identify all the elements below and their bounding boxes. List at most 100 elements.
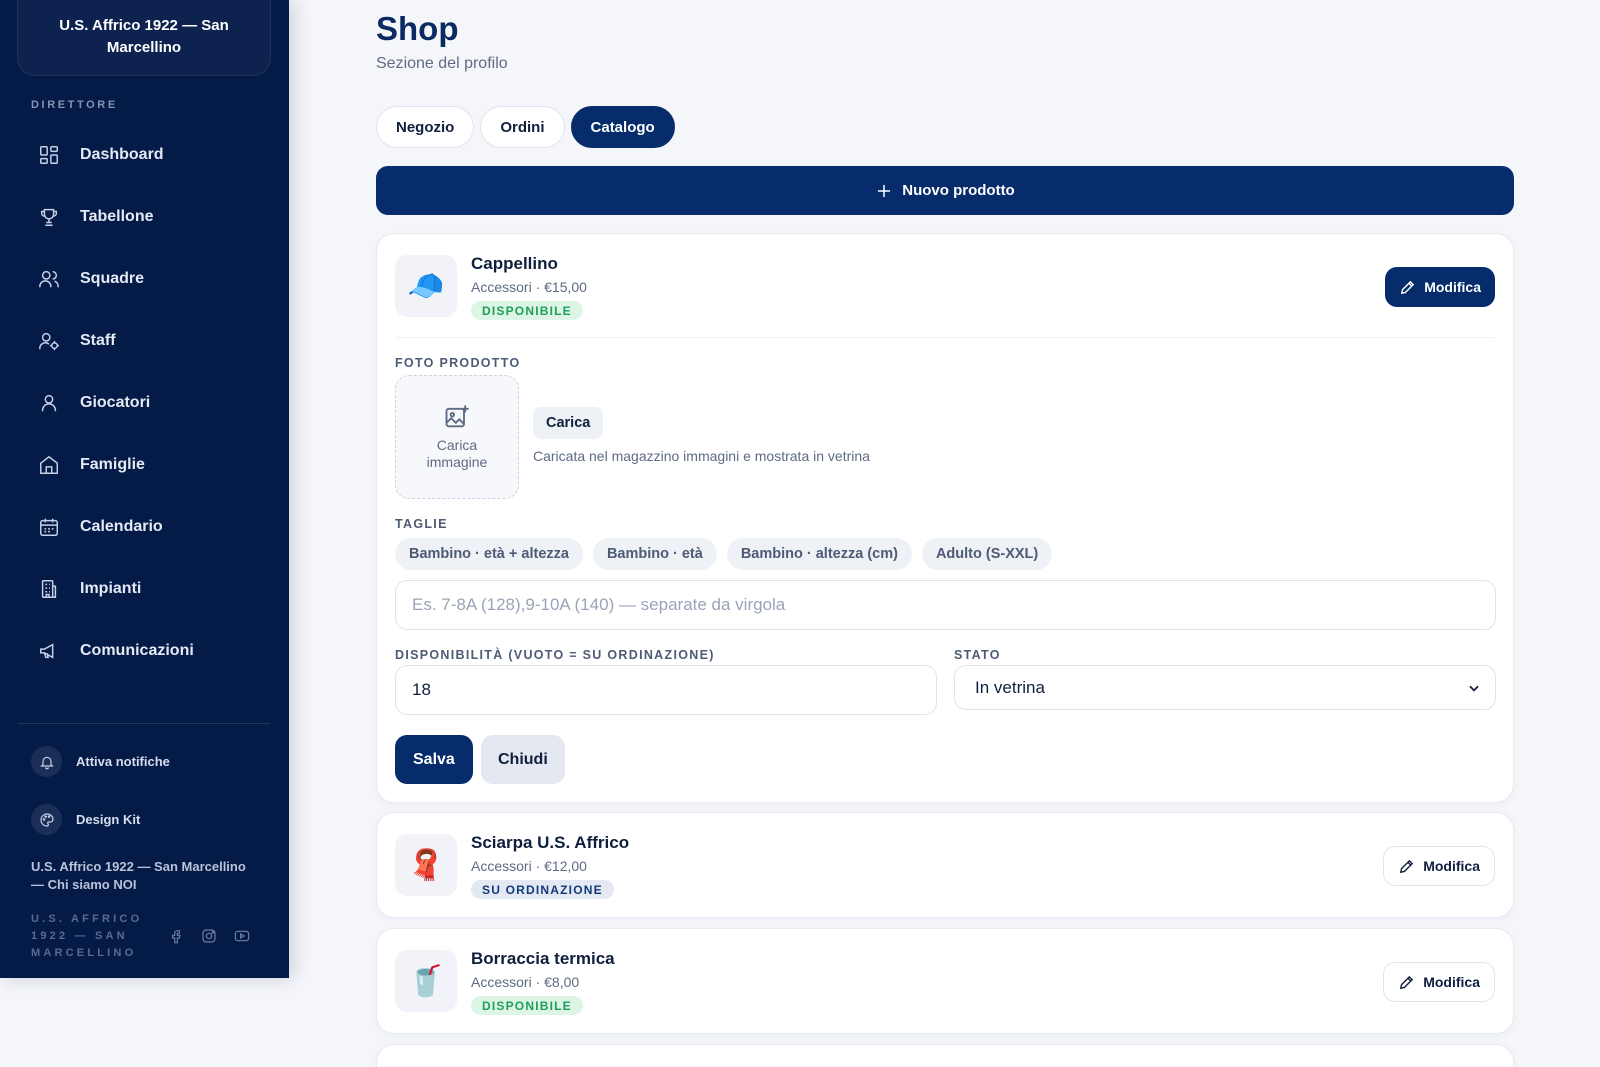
user-icon — [38, 392, 60, 414]
sidebar-item-label: Comunicazioni — [80, 642, 194, 659]
club-card: U.S. Affrico 1922 — San Marcellino — [17, 0, 271, 76]
sidebar-item-calendario[interactable]: Calendario — [0, 496, 289, 558]
upload-box-label: Carica immagine — [426, 437, 488, 470]
design-kit-link[interactable]: Design Kit — [31, 804, 140, 835]
sidebar-item-squadre[interactable]: Squadre — [0, 248, 289, 310]
edit-button[interactable]: Modifica — [1385, 267, 1495, 307]
pencil-icon — [1399, 279, 1416, 296]
sidebar-item-label: Calendario — [80, 518, 163, 535]
sidebar-item-label: Dashboard — [80, 146, 164, 163]
youtube-icon[interactable] — [234, 928, 250, 944]
save-button[interactable]: Salva — [395, 735, 473, 784]
close-button[interactable]: Chiudi — [481, 735, 565, 784]
pencil-icon — [1398, 858, 1415, 875]
sidebar-item-tabellone[interactable]: Tabellone — [0, 186, 289, 248]
users-icon — [38, 268, 60, 290]
bell-icon — [31, 746, 62, 777]
sidebar-item-label: Squadre — [80, 270, 145, 287]
sidebar-item-label: Famiglie — [80, 456, 145, 473]
edit-label: Modifica — [1423, 974, 1480, 990]
sizes-input[interactable] — [395, 580, 1496, 630]
home-icon — [38, 454, 60, 476]
sidebar-item-label: Tabellone — [80, 208, 154, 225]
sidebar-item-giocatori[interactable]: Giocatori — [0, 372, 289, 434]
sidebar-footer-link[interactable]: U.S. Affrico 1922 — San Marcellino — Chi… — [31, 858, 261, 894]
sidebar-footer-caption: U.S. AFFRICO 1922 — SAN MARCELLINO — [31, 913, 143, 959]
notifications-label: Attiva notifiche — [76, 754, 170, 769]
building-icon — [38, 578, 60, 600]
trophy-icon — [38, 206, 60, 228]
tab-ordini[interactable]: Ordini — [480, 106, 565, 148]
size-chip-adult[interactable]: Adulto (S-XXL) — [921, 538, 1053, 570]
size-chip-child-height[interactable]: Bambino · altezza (cm) — [726, 538, 912, 570]
dashboard-icon — [38, 144, 60, 166]
edit-label: Modifica — [1423, 858, 1480, 874]
status-select-value: In vetrina — [975, 677, 1045, 697]
product-card: 🥤 Borraccia termica Accessori · €8,00 DI… — [376, 928, 1514, 1034]
new-product-button[interactable]: Nuovo prodotto — [376, 166, 1514, 215]
sidebar-item-comunicazioni[interactable]: Comunicazioni — [0, 620, 289, 682]
sidebar-item-famiglie[interactable]: Famiglie — [0, 434, 289, 496]
size-preset-chips: Bambino · età + altezza Bambino · età Ba… — [395, 538, 1053, 570]
sidebar-item-label: Impianti — [80, 580, 142, 597]
image-upload-dropzone[interactable]: Carica immagine — [395, 375, 519, 499]
notifications-toggle[interactable]: Attiva notifiche — [31, 746, 170, 777]
sidebar-item-impianti[interactable]: Impianti — [0, 558, 289, 620]
design-kit-label: Design Kit — [76, 812, 141, 827]
plus-icon — [875, 182, 893, 200]
availability-input[interactable] — [395, 665, 937, 715]
cap-icon: 🧢 — [407, 269, 445, 303]
sidebar: U.S. Affrico 1922 — San Marcellino DIRET… — [0, 0, 289, 978]
page-subtitle: Sezione del profilo — [376, 55, 508, 72]
instagram-icon[interactable] — [201, 928, 217, 944]
club-name: U.S. Affrico 1922 — San Marcellino — [59, 17, 229, 56]
shop-tabs: Negozio Ordini Catalogo — [376, 106, 675, 148]
pencil-icon — [1398, 974, 1415, 991]
sizes-label: TAGLIE — [395, 517, 448, 531]
sidebar-item-staff[interactable]: Staff — [0, 310, 289, 372]
edit-button[interactable]: Modifica — [1383, 962, 1495, 1002]
upload-hint: Caricata nel magazzino immagini e mostra… — [533, 448, 870, 464]
size-chip-child-age[interactable]: Bambino · età — [592, 538, 717, 570]
edit-button[interactable]: Modifica — [1383, 846, 1495, 886]
tab-negozio[interactable]: Negozio — [376, 106, 475, 148]
sidebar-nav: Dashboard Tabellone Squadre Staff Giocat… — [0, 124, 289, 682]
tab-catalogo[interactable]: Catalogo — [570, 106, 675, 148]
product-card-partial — [376, 1044, 1514, 1067]
bottle-icon: 🥤 — [407, 964, 445, 998]
product-meta: Accessori · €15,00 — [471, 279, 587, 295]
photo-label: FOTO PRODOTTO — [395, 356, 521, 370]
chevron-down-icon — [1467, 681, 1481, 695]
product-name: Cappellino — [471, 254, 558, 273]
megaphone-icon — [38, 640, 60, 662]
image-add-icon — [443, 403, 471, 431]
product-name: Borraccia termica — [471, 949, 615, 968]
staff-icon — [38, 330, 60, 352]
sidebar-item-label: Staff — [80, 332, 116, 349]
product-meta: Accessori · €12,00 — [471, 858, 587, 874]
sidebar-item-dashboard[interactable]: Dashboard — [0, 124, 289, 186]
product-card: 🧣 Sciarpa U.S. Affrico Accessori · €12,0… — [376, 812, 1514, 918]
product-thumbnail: 🥤 — [395, 950, 457, 1012]
palette-icon — [31, 804, 62, 835]
scarf-icon: 🧣 — [407, 848, 445, 882]
product-thumbnail: 🧣 — [395, 834, 457, 896]
status-field-label: STATO — [954, 648, 1001, 662]
status-badge: DISPONIBILE — [471, 996, 583, 1015]
status-select[interactable]: In vetrina — [954, 665, 1496, 710]
calendar-icon — [38, 516, 60, 538]
status-badge: DISPONIBILE — [471, 301, 583, 320]
size-chip-child-age-height[interactable]: Bambino · età + altezza — [395, 538, 583, 570]
product-meta: Accessori · €8,00 — [471, 974, 580, 990]
card-divider — [395, 337, 1495, 338]
availability-label: DISPONIBILITÀ (VUOTO = SU ORDINAZIONE) — [395, 648, 715, 662]
page-title: Shop — [376, 10, 459, 47]
product-card-expanded: 🧢 Cappellino Accessori · €15,00 DISPONIB… — [376, 233, 1514, 803]
product-thumbnail: 🧢 — [395, 255, 457, 317]
product-name: Sciarpa U.S. Affrico — [471, 833, 630, 852]
upload-button[interactable]: Carica — [533, 407, 604, 439]
facebook-icon[interactable] — [168, 928, 184, 944]
sidebar-item-label: Giocatori — [80, 394, 151, 411]
sidebar-section-label: DIRETTORE — [31, 99, 118, 111]
status-badge: SU ORDINAZIONE — [471, 880, 614, 899]
